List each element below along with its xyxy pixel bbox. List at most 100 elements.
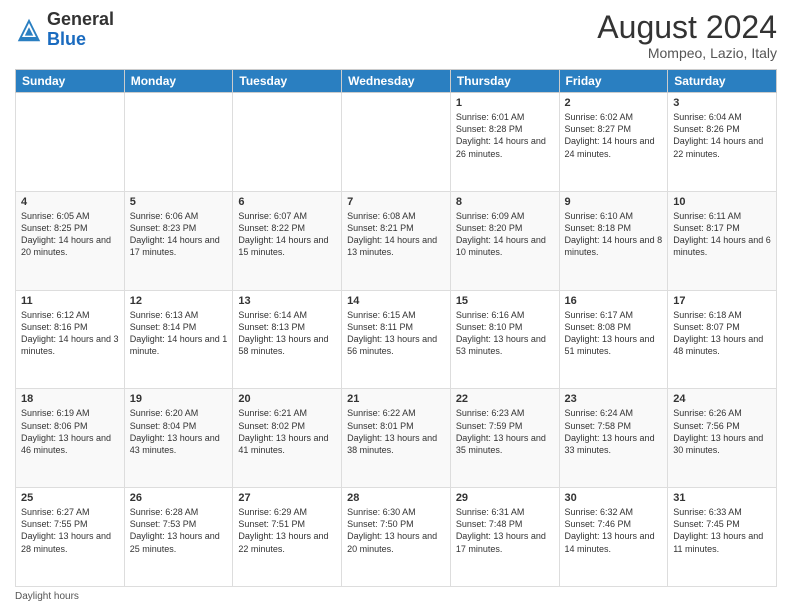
day-number: 15 xyxy=(456,295,554,307)
calendar-cell: 4Sunrise: 6:05 AM Sunset: 8:25 PM Daylig… xyxy=(16,191,125,290)
day-info: Sunrise: 6:07 AM Sunset: 8:22 PM Dayligh… xyxy=(238,210,336,259)
calendar-cell: 10Sunrise: 6:11 AM Sunset: 8:17 PM Dayli… xyxy=(668,191,777,290)
calendar-cell: 12 Sunrise: 6:13 AM Sunset: 8:14 PM Dayli… xyxy=(124,290,233,389)
day-info: Sunrise: 6:32 AM Sunset: 7:46 PM Dayligh… xyxy=(565,506,663,555)
day-info: Sunrise: 6:29 AM Sunset: 7:51 PM Dayligh… xyxy=(238,506,336,555)
daylight-hours-label: Daylight hours xyxy=(15,591,79,602)
calendar-cell: 7 Sunrise: 6:08 AM Sunset: 8:21 PM Daylig… xyxy=(342,191,451,290)
calendar-cell: 14 Sunrise: 6:15 AM Sunset: 8:11 PM Dayli… xyxy=(342,290,451,389)
day-info: Sunrise: 6:22 AM Sunset: 8:01 PM Dayligh… xyxy=(347,407,445,456)
day-info: Sunrise: 6:26 AM Sunset: 7:56 PM Dayligh… xyxy=(673,407,771,456)
day-info: Sunrise: 6:18 AM Sunset: 8:07 PM Dayligh… xyxy=(673,309,771,358)
day-info: Sunrise: 6:08 AM Sunset: 8:21 PM Dayligh… xyxy=(347,210,445,259)
calendar-week-1: 1Sunrise: 6:01 AM Sunset: 8:28 PM Daylig… xyxy=(16,93,777,192)
calendar-cell: 23 Sunrise: 6:24 AM Sunset: 7:58 PM Dayli… xyxy=(559,389,668,488)
day-number: 23 xyxy=(565,393,663,405)
day-number: 18 xyxy=(21,393,119,405)
month-year: August 2024 xyxy=(597,10,777,45)
calendar-cell: 1Sunrise: 6:01 AM Sunset: 8:28 PM Daylig… xyxy=(450,93,559,192)
day-number: 1 xyxy=(456,97,554,109)
day-number: 30 xyxy=(565,492,663,504)
day-number: 28 xyxy=(347,492,445,504)
day-info: Sunrise: 6:13 AM Sunset: 8:14 PM Dayligh… xyxy=(130,309,228,358)
day-number: 11 xyxy=(21,295,119,307)
day-number: 13 xyxy=(238,295,336,307)
calendar-cell xyxy=(342,93,451,192)
day-number: 4 xyxy=(21,196,119,208)
day-number: 26 xyxy=(130,492,228,504)
calendar-cell: 13Sunrise: 6:14 AM Sunset: 8:13 PM Dayli… xyxy=(233,290,342,389)
location: Mompeo, Lazio, Italy xyxy=(597,45,777,61)
day-info: Sunrise: 6:16 AM Sunset: 8:10 PM Dayligh… xyxy=(456,309,554,358)
calendar-cell: 11 Sunrise: 6:12 AM Sunset: 8:16 PM Dayli… xyxy=(16,290,125,389)
calendar-week-3: 11 Sunrise: 6:12 AM Sunset: 8:16 PM Dayli… xyxy=(16,290,777,389)
day-number: 3 xyxy=(673,97,771,109)
col-friday: Friday xyxy=(559,70,668,93)
day-number: 5 xyxy=(130,196,228,208)
day-number: 8 xyxy=(456,196,554,208)
day-info: Sunrise: 6:21 AM Sunset: 8:02 PM Dayligh… xyxy=(238,407,336,456)
calendar-week-4: 18Sunrise: 6:19 AM Sunset: 8:06 PM Dayli… xyxy=(16,389,777,488)
calendar-cell: 9Sunrise: 6:10 AM Sunset: 8:18 PM Daylig… xyxy=(559,191,668,290)
calendar-cell: 24 Sunrise: 6:26 AM Sunset: 7:56 PM Dayli… xyxy=(668,389,777,488)
day-number: 17 xyxy=(673,295,771,307)
day-number: 7 xyxy=(347,196,445,208)
day-info: Sunrise: 6:15 AM Sunset: 8:11 PM Dayligh… xyxy=(347,309,445,358)
calendar-cell: 18Sunrise: 6:19 AM Sunset: 8:06 PM Dayli… xyxy=(16,389,125,488)
logo-general: General xyxy=(47,9,114,29)
calendar-cell xyxy=(16,93,125,192)
page: General Blue August 2024 Mompeo, Lazio, … xyxy=(0,0,792,612)
logo-text: General Blue xyxy=(47,10,114,50)
day-number: 22 xyxy=(456,393,554,405)
day-number: 21 xyxy=(347,393,445,405)
header: General Blue August 2024 Mompeo, Lazio, … xyxy=(15,10,777,61)
day-number: 31 xyxy=(673,492,771,504)
calendar-cell xyxy=(233,93,342,192)
day-info: Sunrise: 6:06 AM Sunset: 8:23 PM Dayligh… xyxy=(130,210,228,259)
day-number: 12 xyxy=(130,295,228,307)
day-number: 16 xyxy=(565,295,663,307)
day-info: Sunrise: 6:24 AM Sunset: 7:58 PM Dayligh… xyxy=(565,407,663,456)
col-thursday: Thursday xyxy=(450,70,559,93)
day-info: Sunrise: 6:20 AM Sunset: 8:04 PM Dayligh… xyxy=(130,407,228,456)
col-tuesday: Tuesday xyxy=(233,70,342,93)
calendar-week-2: 4Sunrise: 6:05 AM Sunset: 8:25 PM Daylig… xyxy=(16,191,777,290)
day-info: Sunrise: 6:27 AM Sunset: 7:55 PM Dayligh… xyxy=(21,506,119,555)
calendar-table: Sunday Monday Tuesday Wednesday Thursday… xyxy=(15,69,777,587)
day-info: Sunrise: 6:33 AM Sunset: 7:45 PM Dayligh… xyxy=(673,506,771,555)
calendar-cell: 31 Sunrise: 6:33 AM Sunset: 7:45 PM Dayli… xyxy=(668,488,777,587)
logo-icon xyxy=(15,16,43,44)
calendar-cell: 15 Sunrise: 6:16 AM Sunset: 8:10 PM Dayli… xyxy=(450,290,559,389)
col-wednesday: Wednesday xyxy=(342,70,451,93)
day-info: Sunrise: 6:09 AM Sunset: 8:20 PM Dayligh… xyxy=(456,210,554,259)
calendar-cell: 30 Sunrise: 6:32 AM Sunset: 7:46 PM Dayli… xyxy=(559,488,668,587)
col-monday: Monday xyxy=(124,70,233,93)
day-number: 27 xyxy=(238,492,336,504)
calendar-cell xyxy=(124,93,233,192)
calendar-cell: 3Sunrise: 6:04 AM Sunset: 8:26 PM Daylig… xyxy=(668,93,777,192)
day-number: 24 xyxy=(673,393,771,405)
day-info: Sunrise: 6:12 AM Sunset: 8:16 PM Dayligh… xyxy=(21,309,119,358)
day-number: 14 xyxy=(347,295,445,307)
day-info: Sunrise: 6:10 AM Sunset: 8:18 PM Dayligh… xyxy=(565,210,663,259)
calendar-cell: 8 Sunrise: 6:09 AM Sunset: 8:20 PM Daylig… xyxy=(450,191,559,290)
logo: General Blue xyxy=(15,10,114,50)
calendar-week-5: 25 Sunrise: 6:27 AM Sunset: 7:55 PM Dayli… xyxy=(16,488,777,587)
day-info: Sunrise: 6:30 AM Sunset: 7:50 PM Dayligh… xyxy=(347,506,445,555)
day-number: 19 xyxy=(130,393,228,405)
calendar-cell: 26Sunrise: 6:28 AM Sunset: 7:53 PM Dayli… xyxy=(124,488,233,587)
calendar-cell: 16 Sunrise: 6:17 AM Sunset: 8:08 PM Dayli… xyxy=(559,290,668,389)
calendar-cell: 6Sunrise: 6:07 AM Sunset: 8:22 PM Daylig… xyxy=(233,191,342,290)
day-number: 29 xyxy=(456,492,554,504)
calendar-cell: 21 Sunrise: 6:22 AM Sunset: 8:01 PM Dayli… xyxy=(342,389,451,488)
calendar-cell: 19 Sunrise: 6:20 AM Sunset: 8:04 PM Dayli… xyxy=(124,389,233,488)
title-block: August 2024 Mompeo, Lazio, Italy xyxy=(597,10,777,61)
day-info: Sunrise: 6:23 AM Sunset: 7:59 PM Dayligh… xyxy=(456,407,554,456)
calendar-cell: 22 Sunrise: 6:23 AM Sunset: 7:59 PM Dayli… xyxy=(450,389,559,488)
day-info: Sunrise: 6:31 AM Sunset: 7:48 PM Dayligh… xyxy=(456,506,554,555)
day-number: 2 xyxy=(565,97,663,109)
calendar-cell: 17 Sunrise: 6:18 AM Sunset: 8:07 PM Dayli… xyxy=(668,290,777,389)
day-info: Sunrise: 6:17 AM Sunset: 8:08 PM Dayligh… xyxy=(565,309,663,358)
calendar-cell: 5 Sunrise: 6:06 AM Sunset: 8:23 PM Daylig… xyxy=(124,191,233,290)
day-number: 25 xyxy=(21,492,119,504)
